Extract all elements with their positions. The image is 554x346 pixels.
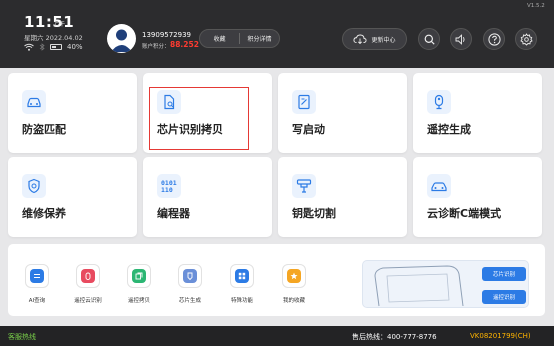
tile-label: 维修保养 bbox=[22, 207, 66, 220]
selection-highlight bbox=[149, 87, 249, 150]
quick-label: 特殊功能 bbox=[230, 298, 253, 304]
quick-label: 遥控云识别 bbox=[74, 298, 102, 304]
tile-label: 写启动 bbox=[292, 123, 325, 136]
search-icon bbox=[424, 34, 435, 45]
tile-label: 钥匙切割 bbox=[292, 207, 336, 220]
user-icon bbox=[111, 29, 132, 52]
quick-label: AI查询 bbox=[28, 298, 46, 304]
tile-remote-generate[interactable]: 遥控生成 bbox=[413, 73, 542, 153]
tile-label: 防盗匹配 bbox=[22, 123, 66, 136]
remote-copy-icon bbox=[127, 264, 151, 288]
chip-detect-button[interactable]: 芯片识别 bbox=[482, 267, 526, 281]
wifi-icon bbox=[24, 43, 34, 51]
status-icons: 40% bbox=[24, 43, 83, 51]
grid-icon bbox=[230, 264, 254, 288]
quick-special-functions[interactable]: 特殊功能 bbox=[219, 264, 265, 304]
write-start-icon bbox=[292, 90, 316, 114]
search-button[interactable] bbox=[418, 28, 440, 50]
device-outline-icon bbox=[374, 265, 464, 307]
tile-immobilizer-match[interactable]: 防盗匹配 bbox=[8, 73, 137, 153]
settings-button[interactable] bbox=[515, 28, 537, 50]
clock: 11:51 bbox=[24, 13, 75, 31]
quick-label: 芯片生成 bbox=[178, 298, 201, 304]
cloud-diagnosis-icon bbox=[427, 174, 451, 198]
tile-cloud-diagnosis[interactable]: 云诊断C端模式 bbox=[413, 157, 542, 237]
cloud-download-icon bbox=[353, 34, 368, 44]
account-segment: 收藏 积分详情 bbox=[199, 29, 280, 48]
quick-chip-generate[interactable]: 芯片生成 bbox=[167, 264, 213, 304]
tile-label: 编程器 bbox=[157, 207, 190, 220]
update-center-button[interactable]: 更新中心 bbox=[342, 28, 407, 50]
remote-generate-icon bbox=[427, 90, 451, 114]
quick-my-favorites[interactable]: 我的收藏 bbox=[271, 264, 317, 304]
quick-ai-query[interactable]: AI查询 bbox=[14, 264, 60, 304]
quick-remote-cloud-detect[interactable]: 遥控云识别 bbox=[65, 264, 111, 304]
version-label: V1.5.2 bbox=[527, 3, 545, 9]
user-phone: 13909572939 bbox=[142, 31, 191, 39]
settings-icon bbox=[519, 32, 533, 46]
help-button[interactable] bbox=[483, 28, 505, 50]
points-detail-button[interactable]: 积分详情 bbox=[240, 34, 279, 43]
chip-generate-icon bbox=[178, 264, 202, 288]
remote-cloud-icon bbox=[76, 264, 100, 288]
points-value: 88.252 bbox=[170, 40, 199, 49]
battery-percent: 40% bbox=[67, 43, 83, 51]
volume-icon bbox=[455, 33, 465, 45]
date: 星期六 2022.04.02 bbox=[24, 34, 83, 42]
footer: 客服热线 售后热线：400-777-8776 VK08201799(CH) bbox=[0, 326, 554, 346]
tile-key-cutting[interactable]: 钥匙切割 bbox=[278, 157, 407, 237]
svg-text:110: 110 bbox=[161, 186, 173, 194]
avatar[interactable] bbox=[107, 24, 136, 53]
volume-button[interactable] bbox=[450, 28, 472, 50]
car-shield-icon bbox=[22, 90, 46, 114]
device-serial: VK08201799(CH) bbox=[470, 332, 531, 340]
am-pm: 上午 bbox=[53, 21, 66, 28]
help-icon bbox=[487, 32, 501, 46]
maintenance-icon bbox=[22, 174, 46, 198]
update-center-label: 更新中心 bbox=[371, 36, 396, 44]
battery-icon bbox=[50, 44, 62, 50]
customer-hotline[interactable]: 客服热线 bbox=[8, 332, 36, 342]
bluetooth-icon bbox=[39, 43, 45, 51]
top-bar: 11:51 上午 星期六 2022.04.02 40% 13909572939 … bbox=[0, 0, 554, 68]
tile-maintenance[interactable]: 维修保养 bbox=[8, 157, 137, 237]
tile-programmer[interactable]: 0101 110 编程器 bbox=[143, 157, 272, 237]
quick-label: 我的收藏 bbox=[282, 298, 305, 304]
tile-label: 云诊断C端模式 bbox=[427, 207, 502, 220]
ai-query-icon bbox=[25, 264, 49, 288]
star-icon bbox=[282, 264, 306, 288]
key-cutting-icon bbox=[292, 174, 316, 198]
quick-label: 遥控拷贝 bbox=[127, 298, 150, 304]
quick-remote-copy[interactable]: 遥控拷贝 bbox=[116, 264, 162, 304]
remote-detect-button[interactable]: 遥控识别 bbox=[482, 290, 526, 304]
after-sales-hotline: 售后热线：400-777-8776 bbox=[352, 333, 437, 341]
tile-write-start[interactable]: 写启动 bbox=[278, 73, 407, 153]
favorites-button[interactable]: 收藏 bbox=[200, 34, 239, 43]
programmer-icon: 0101 110 bbox=[157, 174, 181, 198]
tile-label: 遥控生成 bbox=[427, 123, 471, 136]
points-label: 账户积分： bbox=[142, 44, 170, 50]
